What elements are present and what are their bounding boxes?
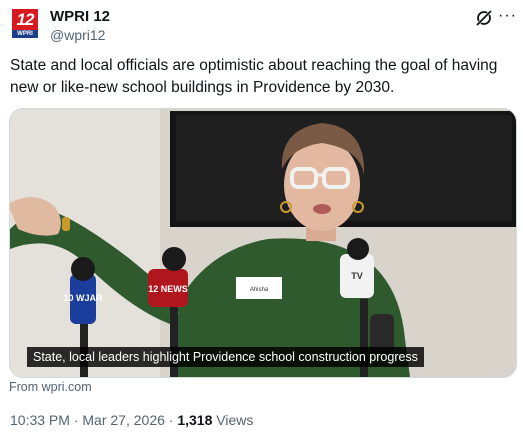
mic-flag-center-text: 12 NEWS: [148, 284, 188, 294]
tweet-meta: 10:33 PM · Mar 27, 2026 · 1,318 Views: [10, 412, 253, 428]
avatar-number: 12: [12, 9, 38, 30]
mic-flag-right-text: TV: [351, 271, 363, 281]
name-tag-text: Ahisha: [250, 287, 269, 293]
video-caption: State, local leaders highlight Providenc…: [27, 347, 424, 367]
account-handle[interactable]: @wpri12: [50, 27, 105, 43]
avatar-label: WPRI: [12, 30, 38, 38]
tweet-text: State and local officials are optimistic…: [10, 57, 498, 96]
views-label: Views: [216, 412, 254, 428]
account-name[interactable]: WPRI 12: [50, 8, 110, 25]
grok-icon[interactable]: [475, 9, 493, 27]
link-source[interactable]: From wpri.com: [9, 380, 92, 394]
bracelet: [62, 217, 70, 231]
more-icon[interactable]: ···: [498, 7, 517, 25]
avatar[interactable]: 12 WPRI: [10, 9, 40, 39]
video-player[interactable]: Ahisha 10 WJAR 12 NEWS TV State, local l…: [9, 108, 517, 378]
tweet-time[interactable]: 10:33 PM: [10, 412, 70, 428]
tweet-date[interactable]: Mar 27, 2026: [82, 412, 165, 428]
mic-flag-left-text: 10 WJAR: [63, 293, 103, 303]
video-frame: Ahisha 10 WJAR 12 NEWS TV: [10, 109, 516, 377]
views-count: 1,318: [177, 412, 213, 428]
